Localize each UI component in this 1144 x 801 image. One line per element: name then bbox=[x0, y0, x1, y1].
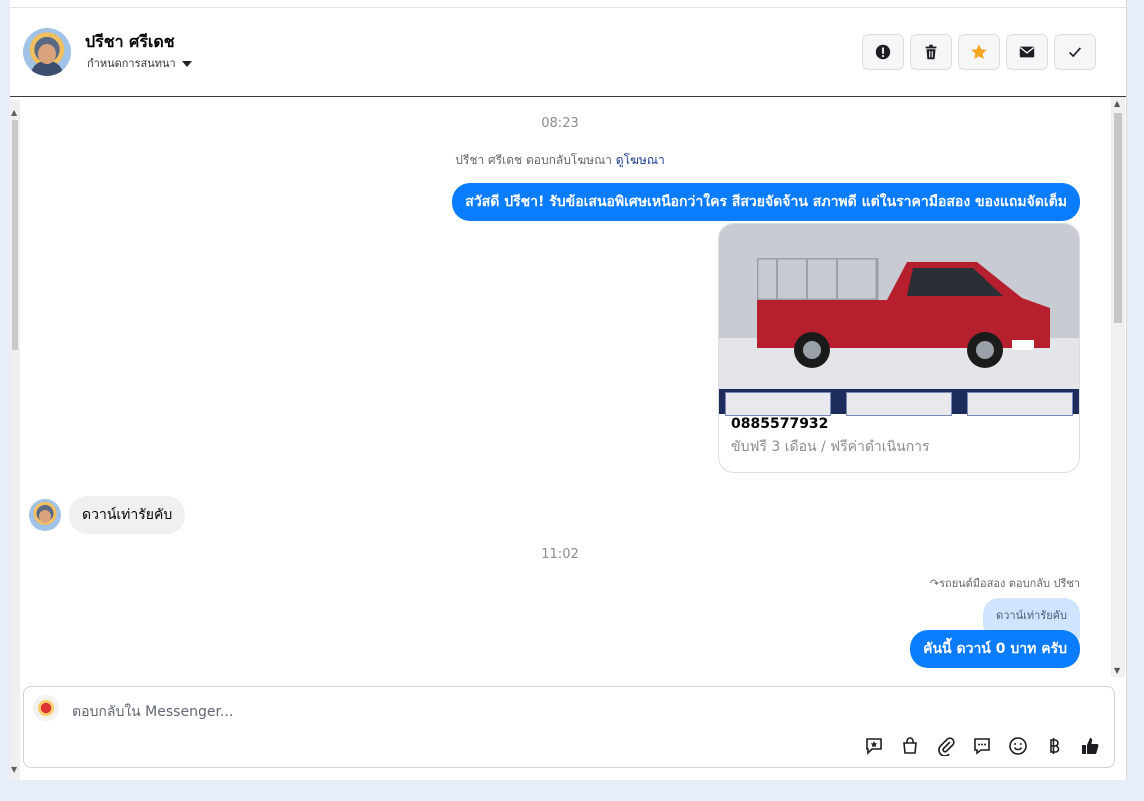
reply-input[interactable]: ตอบกลับใน Messenger... bbox=[72, 701, 233, 723]
conversation-header: ปรีชา ศรีเดช กำหนดการสนทนา bbox=[10, 8, 1126, 97]
thumbs-up-icon bbox=[1081, 737, 1098, 754]
emoji-button[interactable] bbox=[1005, 733, 1030, 758]
view-ad-link[interactable]: ดูโฆษณา bbox=[616, 153, 665, 167]
shopping-bag-icon bbox=[902, 736, 917, 754]
exclamation-circle-icon bbox=[875, 44, 891, 60]
ad-card[interactable]: 0885577932 ขับฟรี 3 เดือน / ฟรีค่าดำเนิน… bbox=[718, 223, 1080, 473]
reply-indicator-text: รถยนต์มือสอง ตอบกลับ ปรีชา bbox=[939, 577, 1080, 590]
message-scroll-thumb[interactable] bbox=[1114, 113, 1122, 323]
done-button[interactable] bbox=[1054, 34, 1096, 70]
quick-reply-button[interactable] bbox=[969, 733, 994, 758]
incoming-message[interactable]: ดวาน์เท่ารัยคับ bbox=[69, 496, 186, 534]
smiley-icon bbox=[1008, 736, 1027, 755]
trash-icon bbox=[925, 44, 937, 60]
shop-button[interactable] bbox=[897, 733, 922, 758]
chat-star-icon bbox=[865, 737, 882, 755]
card-phone: 0885577932 bbox=[731, 416, 829, 432]
composer-toolbar bbox=[861, 733, 1102, 758]
ad-reply-text: ปรีชา ศรีเดช ตอบกลับโฆษณา bbox=[455, 153, 612, 167]
saved-reply-button[interactable] bbox=[861, 733, 886, 758]
like-button[interactable] bbox=[1077, 733, 1102, 758]
outgoing-message[interactable]: คันนี้ ดวาน์ 0 บาท ครับ bbox=[910, 630, 1080, 668]
pickup-truck-icon bbox=[757, 258, 1050, 368]
contact-name[interactable]: ปรีชา ศรีเดช bbox=[85, 30, 175, 55]
outgoing-message[interactable]: สวัสดี ปรีชา! รับข้อเสนอพิเศษเหนือกว่าใค… bbox=[452, 183, 1080, 221]
contact-avatar-small bbox=[29, 499, 61, 531]
baht-icon bbox=[1049, 737, 1059, 754]
contact-avatar[interactable] bbox=[23, 28, 71, 76]
scroll-down-arrow-icon[interactable]: ▼ bbox=[1114, 666, 1120, 675]
scroll-down-arrow-icon[interactable]: ▼ bbox=[11, 765, 17, 774]
delete-button[interactable] bbox=[910, 34, 952, 70]
conversation-schedule-dropdown[interactable]: กำหนดการสนทนา bbox=[87, 54, 192, 72]
page-avatar bbox=[33, 695, 59, 721]
schedule-label: กำหนดการสนทนา bbox=[87, 57, 176, 70]
payment-button[interactable] bbox=[1041, 733, 1066, 758]
mark-unread-button[interactable] bbox=[1006, 34, 1048, 70]
message-scrollbar[interactable]: ▲ ▼ bbox=[1111, 97, 1125, 677]
check-icon bbox=[1069, 47, 1082, 58]
scroll-up-arrow-icon[interactable]: ▲ bbox=[1114, 99, 1120, 108]
timestamp: 08:23 bbox=[541, 116, 579, 131]
message-list[interactable]: 08:23 ปรีชา ศรีเดช ตอบกลับโฆษณา ดูโฆษณา … bbox=[10, 97, 1110, 677]
attach-button[interactable] bbox=[933, 733, 958, 758]
truck-photo bbox=[719, 224, 1079, 416]
reply-composer[interactable]: ตอบกลับใน Messenger... bbox=[23, 686, 1115, 768]
caret-down-icon bbox=[181, 61, 192, 67]
ad-reply-note: ปรีชา ศรีเดช ตอบกลับโฆษณา ดูโฆษณา bbox=[10, 151, 1110, 170]
paperclip-icon bbox=[937, 736, 955, 756]
speech-bubble-icon bbox=[973, 737, 990, 755]
spam-button[interactable] bbox=[862, 34, 904, 70]
envelope-icon bbox=[1019, 46, 1035, 58]
photo-thumbnail-strip bbox=[719, 389, 1079, 416]
timestamp: 11:02 bbox=[541, 547, 579, 562]
star-button[interactable] bbox=[958, 34, 1000, 70]
reply-indicator: ↷รถยนต์มือสอง ตอบกลับ ปรีชา bbox=[929, 577, 1080, 590]
star-icon bbox=[971, 44, 987, 60]
card-description: ขับฟรี 3 เดือน / ฟรีค่าดำเนินการ bbox=[731, 439, 930, 455]
conversation-panel: ▲ ▼ ปรีชา ศรีเดช กำหนดการสนทนา 08:23 ปรี… bbox=[10, 0, 1127, 780]
